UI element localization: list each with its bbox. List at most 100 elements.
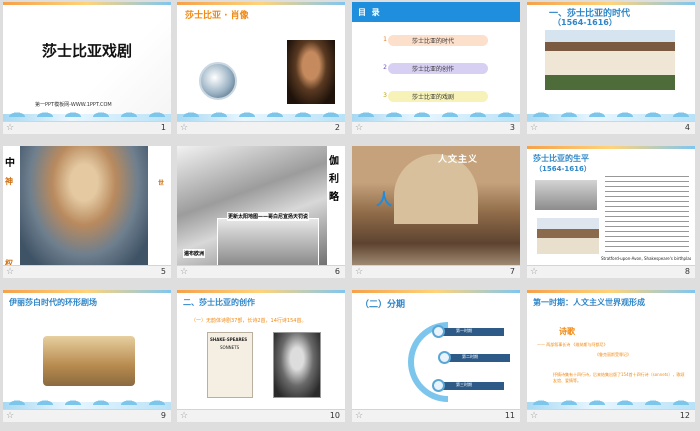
toc-item-1[interactable]: 1 莎士比亚的时代 (383, 35, 488, 46)
slide-title: 莎士比亚戏剧 (41, 42, 132, 60)
side-text-shen: 神 (5, 177, 13, 186)
slide-subtitle: （一）无韵体诗剧37部，长诗2首，14行诗154首。 (191, 318, 307, 324)
birthplace-photo (537, 218, 599, 254)
slide-thumbnail-6[interactable]: 伽 利 略 更新太阳地图——哥白尼宣扬天罚说 遍布欧洲 ☆ 6 (177, 146, 345, 278)
shakespeare-portrait (287, 40, 335, 104)
slide-number: 4 (684, 123, 690, 132)
period-label: 第一时期 (456, 328, 472, 333)
slide-number: 10 (329, 411, 340, 420)
slide-footer: ☆ 12 (527, 409, 695, 422)
ship-engraving (217, 218, 319, 266)
toc-item-2[interactable]: 2 莎士比亚的创作 (383, 63, 488, 74)
caption-2: 遍布欧洲 (183, 249, 206, 258)
slide-footer: ☆ 9 (3, 409, 171, 422)
slide-footer: ☆ 1 (3, 121, 171, 134)
slide-title: 目 录 (358, 8, 380, 17)
slide-title: 二、莎士比亚的创作 (183, 298, 255, 307)
toc-number: 2 (383, 64, 387, 71)
top-stripe (177, 2, 345, 5)
top-stripe (3, 290, 171, 293)
toc-label: 莎士比亚的创作 (412, 66, 455, 73)
slide-footer: ☆ 6 (177, 265, 345, 278)
slide-title: 伊丽莎白时代的环形剧场 (9, 298, 97, 307)
slide-9-content: 伊丽莎白时代的环形剧场 (3, 290, 171, 412)
period-bar-3[interactable]: 第三时期 (440, 382, 504, 390)
period-dot-2 (438, 351, 451, 364)
book-subtitle: SONNETS (220, 345, 240, 350)
slide-11-content: （二）分期 第一时期 第二时期 第三时期 (352, 290, 520, 412)
top-stripe (177, 290, 345, 293)
slide-footer: ☆ 3 (352, 121, 520, 134)
slide-title: 第一时期：人文主义世界观形成 (533, 298, 645, 307)
slide-number: 5 (160, 267, 166, 276)
top-stripe (527, 290, 695, 293)
slide-footer: ☆ 5 (3, 265, 171, 278)
top-stripe (527, 146, 695, 149)
slide-thumbnail-7[interactable]: 人文主义 人 ☆ 7 (352, 146, 520, 278)
top-stripe (527, 2, 695, 5)
slide-thumbnail-4[interactable]: 一、莎士比亚的时代 （1564-1616） ☆ 4 (527, 2, 695, 134)
slide-number: 7 (509, 267, 515, 276)
slide-footer: ☆ 4 (527, 121, 695, 134)
slide-number: 3 (509, 123, 515, 132)
globe-theatre-model (43, 336, 135, 386)
slide-title-years: （1564-1616） (553, 18, 617, 27)
book-title: SHAKE-SPEARES (210, 337, 248, 342)
star-icon: ☆ (6, 267, 15, 277)
banner-text: 人文主义 (438, 155, 479, 165)
star-icon: ☆ (6, 411, 15, 421)
star-icon: ☆ (530, 411, 539, 421)
shakespeare-engraving (273, 332, 321, 398)
house-sketch-photo (535, 180, 597, 210)
slide-thumbnail-3[interactable]: 目 录 1 莎士比亚的时代 2 莎士比亚的创作 3 莎士比亚的戏剧 ☆ 3 (352, 2, 520, 134)
slide-5-content: 中 神 权 世 (3, 146, 171, 268)
sound-device-image (199, 62, 237, 100)
slide-title: 莎士比亚的生平 (533, 154, 589, 163)
slide-title: 莎士比亚 · 肖像 (185, 11, 249, 21)
slide-thumbnail-11[interactable]: （二）分期 第一时期 第二时期 第三时期 ☆ 11 (352, 290, 520, 422)
star-icon: ☆ (530, 123, 539, 133)
slide-number: 12 (679, 411, 690, 420)
slide-footer: ☆ 10 (177, 409, 345, 422)
star-icon: ☆ (180, 123, 189, 133)
slide-thumbnail-9[interactable]: 伊丽莎白时代的环形剧场 ☆ 9 (3, 290, 171, 422)
star-icon: ☆ (180, 411, 189, 421)
slide-thumbnail-12[interactable]: 第一时期：人文主义世界观形成 诗歌 —— 两部叙事长诗 《维纳斯与阿都尼》 《鲁… (527, 290, 695, 422)
last-judgment-fresco (20, 146, 148, 268)
toc-item-3[interactable]: 3 莎士比亚的戏剧 (383, 91, 488, 102)
star-icon: ☆ (355, 411, 364, 421)
slide-thumbnail-8[interactable]: 莎士比亚的生平 （1564-1616） Stratford-upon-Avon,… (527, 146, 695, 278)
slide-title: （二）分期 (360, 300, 406, 310)
birthplace-house-photo (545, 30, 675, 90)
vertical-text-2: 利 (329, 174, 339, 185)
toc-number: 3 (383, 92, 387, 99)
toc-label: 莎士比亚的戏剧 (412, 94, 455, 101)
slide-subtitle: 第一PPT模板网-WWW.1PPT.COM (35, 102, 112, 108)
slide-footer: ☆ 8 (527, 265, 695, 278)
slide-thumbnail-5[interactable]: 中 神 权 世 ☆ 5 (3, 146, 171, 278)
star-icon: ☆ (530, 267, 539, 277)
slide-thumbnail-2[interactable]: 莎士比亚 · 肖像 ☆ 2 (177, 2, 345, 134)
period-label: 第二时期 (462, 354, 478, 359)
period-bar-2[interactable]: 第二时期 (446, 354, 510, 362)
slide-thumbnail-10[interactable]: 二、莎士比亚的创作 （一）无韵体诗剧37部，长诗2首，14行诗154首。 SHA… (177, 290, 345, 422)
photo-caption: Stratford-upon-Avon, Shakespeare's birth… (601, 256, 691, 261)
period-dot-3 (432, 379, 445, 392)
slide-1-content: 莎士比亚戏剧 第一PPT模板网-WWW.1PPT.COM (3, 2, 171, 124)
slide-8-content: 莎士比亚的生平 （1564-1616） Stratford-upon-Avon,… (527, 146, 695, 268)
star-icon: ☆ (180, 267, 189, 277)
star-icon: ☆ (6, 123, 15, 133)
slide-thumbnail-1[interactable]: 莎士比亚戏剧 第一PPT模板网-WWW.1PPT.COM ☆ 1 (3, 2, 171, 134)
slide-2-content: 莎士比亚 · 肖像 (177, 2, 345, 124)
period-label: 第三时期 (456, 382, 472, 387)
toc-label: 莎士比亚的时代 (412, 38, 455, 45)
slide-number: 1 (160, 123, 166, 132)
slide-7-content: 人文主义 人 (352, 146, 520, 268)
slide-number: 6 (334, 267, 340, 276)
period-dot-1 (432, 325, 445, 338)
slide-footer: ☆ 11 (352, 409, 520, 422)
body-line-2: 《鲁克丽斯受辱记》 (595, 352, 631, 357)
period-bar-1[interactable]: 第一时期 (440, 328, 504, 336)
slide-3-content: 目 录 1 莎士比亚的时代 2 莎士比亚的创作 3 莎士比亚的戏剧 (352, 2, 520, 124)
toc-number: 1 (383, 36, 387, 43)
